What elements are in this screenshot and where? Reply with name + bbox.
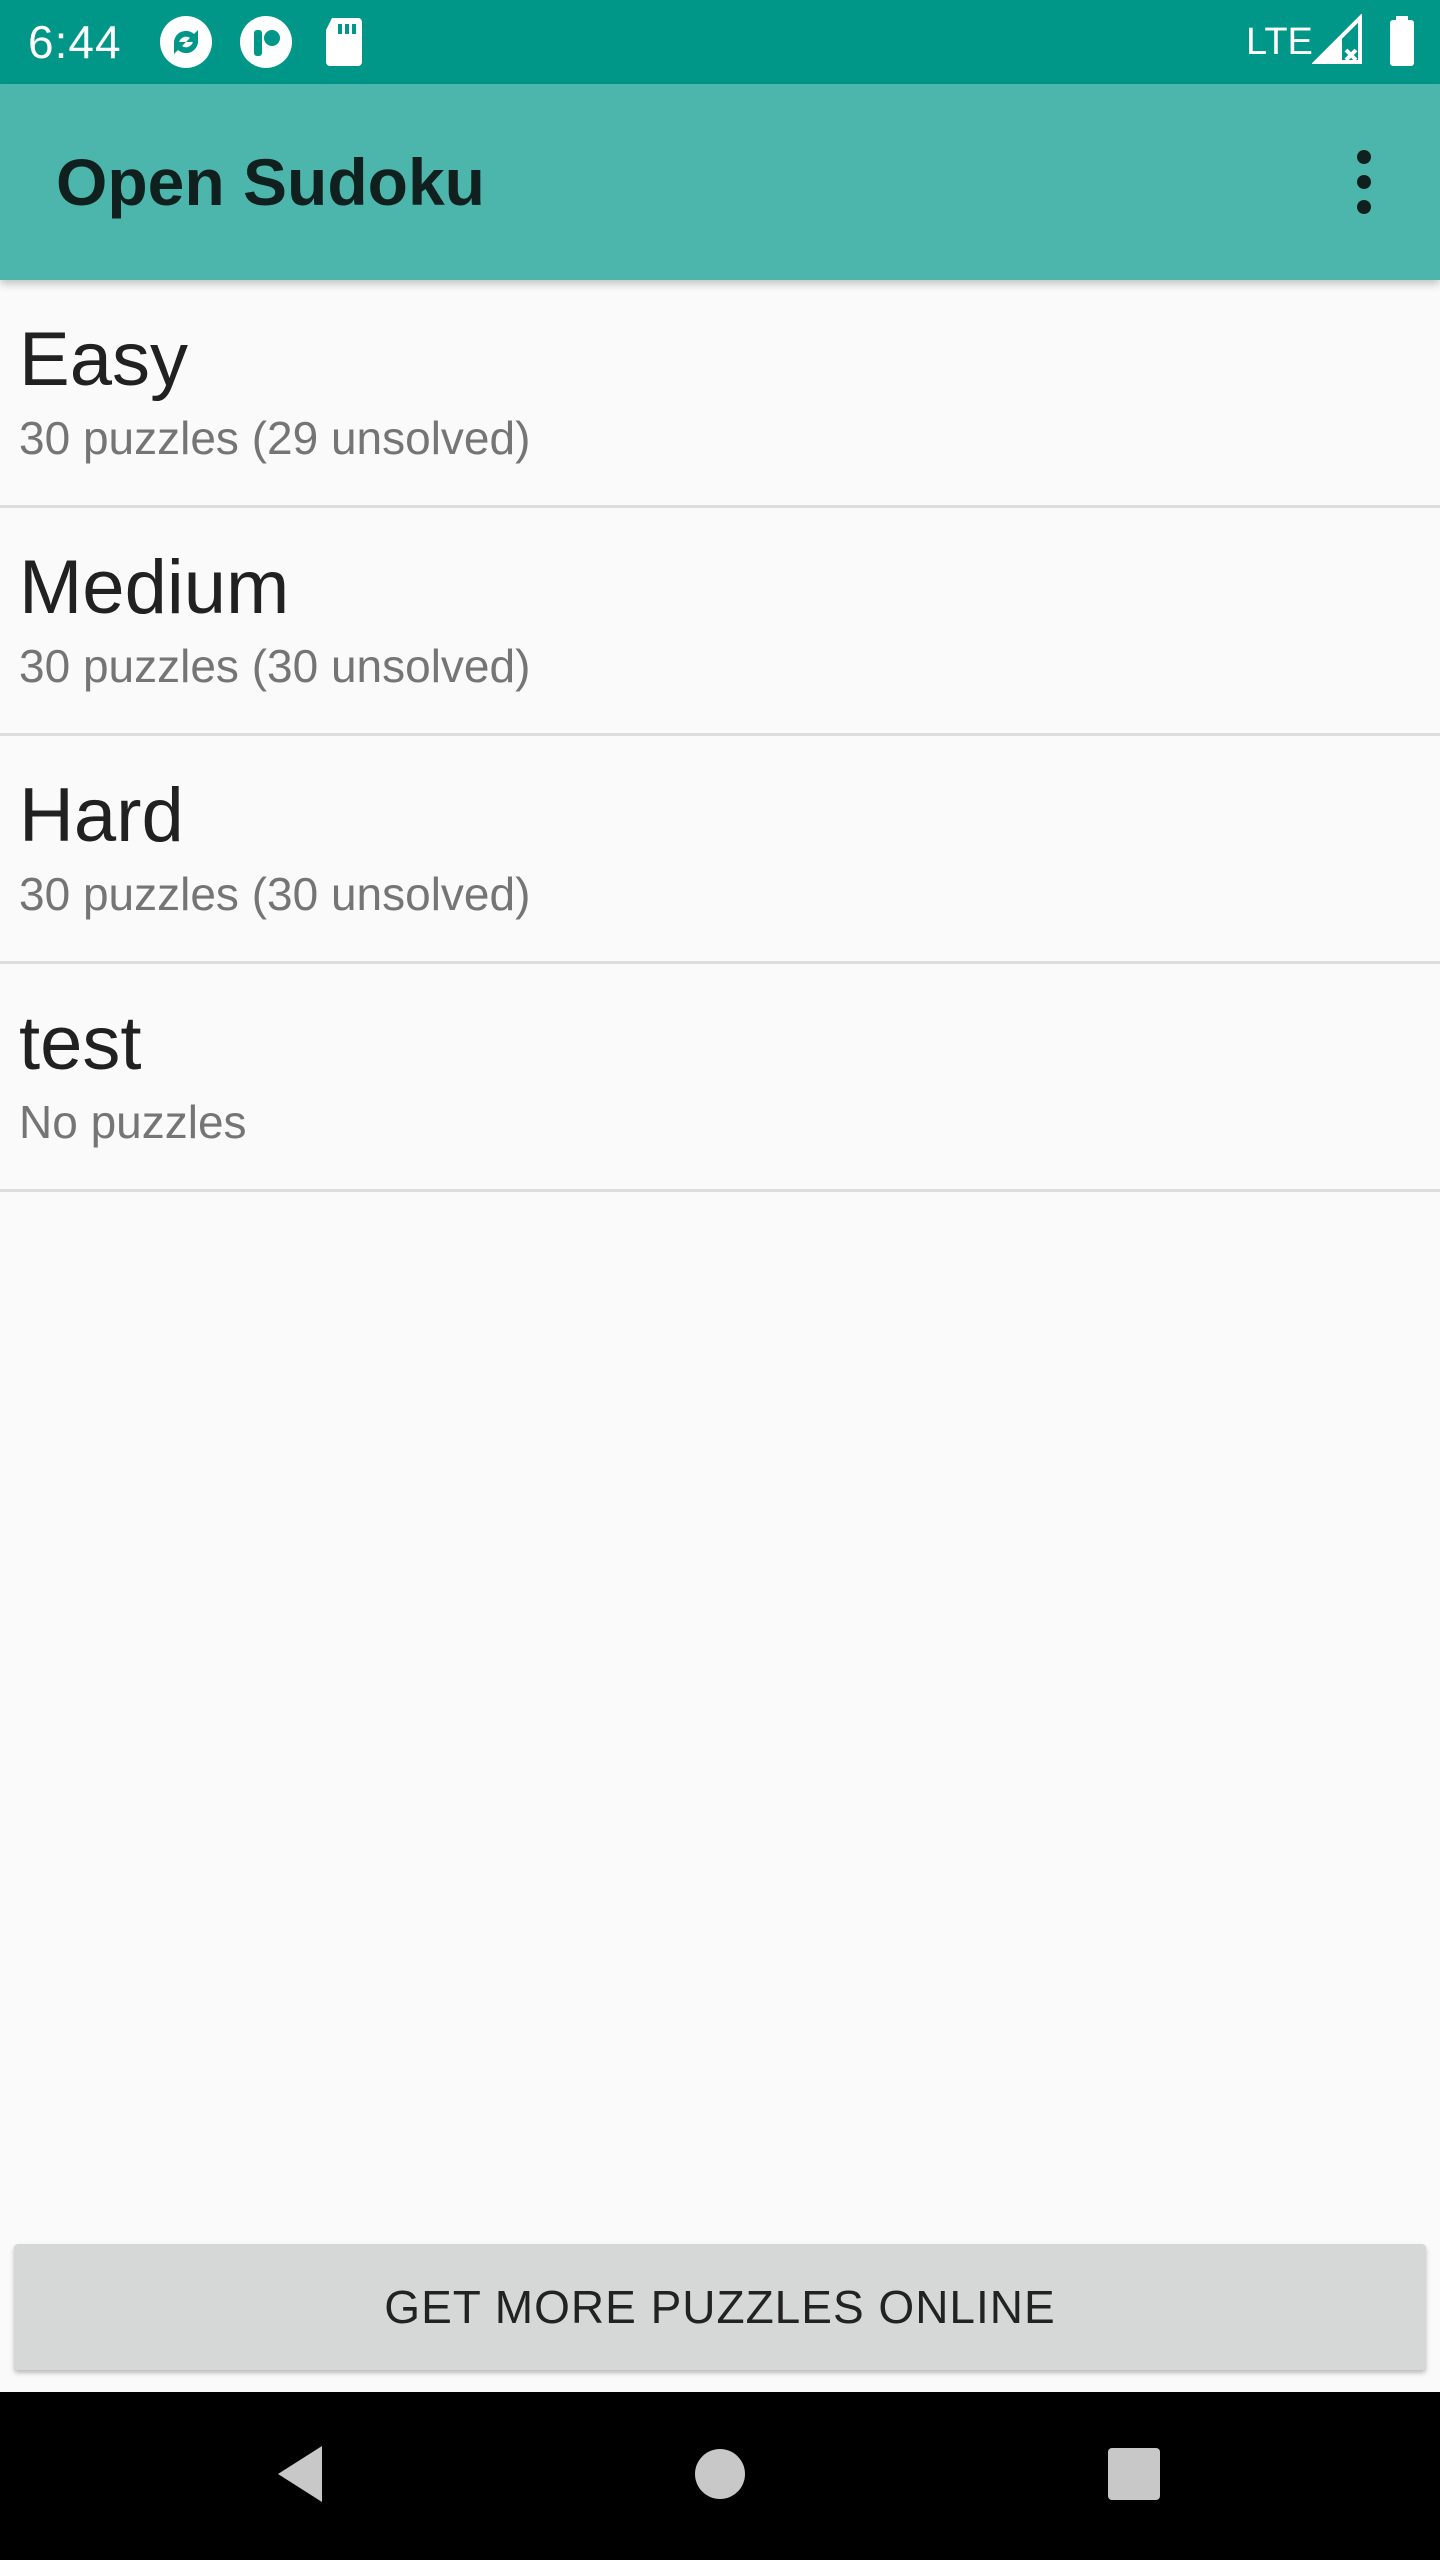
more-vert-icon <box>1357 150 1371 214</box>
recents-icon <box>1107 2447 1161 2506</box>
screen: 6:44 LTE Open Sudoku Easy 30 puzzles (29… <box>0 0 1440 2560</box>
sync-icon <box>158 14 214 70</box>
folder-title: test <box>19 1001 142 1086</box>
folder-item-medium[interactable]: Medium 30 puzzles (30 unsolved) <box>0 508 1440 736</box>
folder-title: Hard <box>19 773 184 858</box>
folder-item-test[interactable]: test No puzzles <box>0 964 1440 1192</box>
signal-icon <box>1311 13 1368 70</box>
folder-title: Easy <box>19 317 188 402</box>
home-icon <box>693 2447 747 2506</box>
battery-icon <box>1374 14 1430 70</box>
status-time: 6:44 <box>28 16 122 68</box>
get-more-puzzles-button[interactable]: GET MORE PUZZLES ONLINE <box>14 2244 1426 2370</box>
overflow-menu-button[interactable] <box>1308 126 1420 238</box>
folder-title: Medium <box>19 545 290 630</box>
sd-card-icon <box>318 14 374 70</box>
folder-item-easy[interactable]: Easy 30 puzzles (29 unsolved) <box>0 280 1440 508</box>
folder-summary: 30 puzzles (29 unsolved) <box>19 412 531 464</box>
folder-list: Easy 30 puzzles (29 unsolved) Medium 30 … <box>0 280 1440 1192</box>
folder-item-hard[interactable]: Hard 30 puzzles (30 unsolved) <box>0 736 1440 964</box>
back-button[interactable] <box>250 2426 350 2526</box>
app-bar: Open Sudoku <box>0 84 1440 280</box>
app-title: Open Sudoku <box>56 145 485 219</box>
navigation-bar <box>0 2392 1440 2560</box>
back-icon <box>270 2442 330 2511</box>
folder-summary: 30 puzzles (30 unsolved) <box>19 868 531 920</box>
folder-summary: No puzzles <box>19 1096 247 1148</box>
status-bar: 6:44 LTE <box>0 0 1440 84</box>
home-button[interactable] <box>670 2426 770 2526</box>
recents-button[interactable] <box>1084 2426 1184 2526</box>
notification-icon <box>238 14 294 70</box>
folder-summary: 30 puzzles (30 unsolved) <box>19 640 531 692</box>
network-type: LTE <box>1246 21 1313 63</box>
